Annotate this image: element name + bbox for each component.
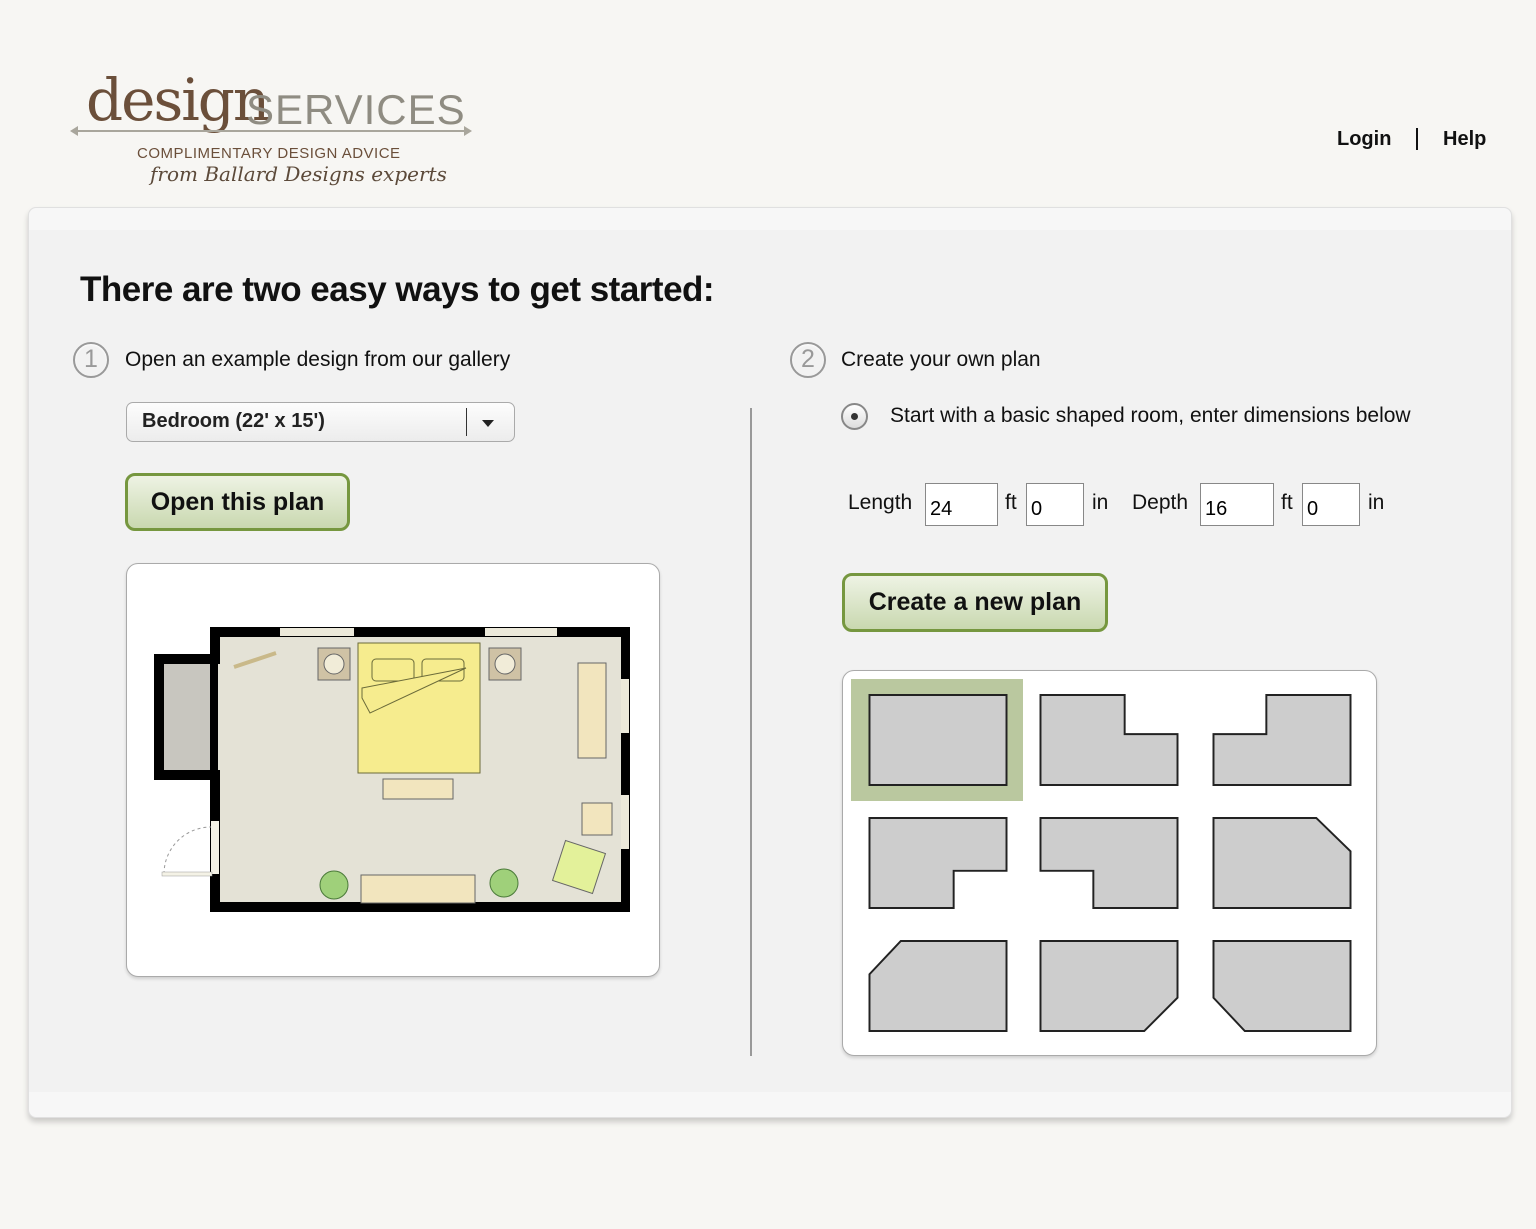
panel-bottom-band (29, 1092, 1511, 1117)
room-shape-angled-top-left[interactable] (868, 940, 1008, 1032)
room-shape-l-shape-notch-top-left[interactable] (1212, 694, 1352, 786)
window (621, 795, 629, 849)
console (360, 874, 476, 904)
basic-room-radio-label: Start with a basic shaped room, enter di… (890, 404, 1411, 427)
option1-label: Open an example design from our gallery (125, 348, 511, 371)
room-shape-angled-bottom-right[interactable] (1039, 940, 1179, 1032)
depth-label: Depth (1132, 491, 1189, 514)
example-plan-preview[interactable] (126, 563, 660, 977)
room-shape-icon (868, 940, 1008, 1032)
plant (319, 870, 349, 900)
length-ft-input[interactable] (925, 483, 998, 526)
room-shape-icon (1039, 694, 1179, 786)
chevron-down-icon[interactable] (482, 420, 494, 427)
basic-room-radio[interactable] (841, 403, 868, 430)
open-plan-button[interactable]: Open this plan (125, 473, 350, 531)
room-shape-icon (1212, 694, 1352, 786)
dresser (577, 662, 607, 759)
length-in-input[interactable] (1026, 483, 1084, 526)
gallery-select[interactable]: Bedroom (22' x 15') (126, 402, 515, 442)
logo-services-text: SERVICES (246, 86, 466, 133)
help-link[interactable]: Help (1443, 128, 1486, 151)
window (485, 628, 557, 636)
room-shape-angled-bottom-left[interactable] (1212, 940, 1352, 1032)
side-table (581, 802, 613, 836)
logo-arrow-line (70, 126, 472, 136)
select-divider (466, 408, 467, 436)
length-ft-unit: ft (1005, 491, 1017, 514)
depth-in-input[interactable] (1302, 483, 1360, 526)
login-link[interactable]: Login (1337, 128, 1391, 151)
logo-from: from Ballard Designs experts (150, 162, 447, 186)
nav-separator (1416, 128, 1418, 150)
room-shape-icon (1212, 940, 1352, 1032)
length-in-unit: in (1092, 491, 1109, 514)
column-divider (750, 408, 752, 1056)
panel-top-band (29, 208, 1511, 230)
page-title: There are two easy ways to get started: (80, 270, 715, 309)
logo-tagline: COMPLIMENTARY DESIGN ADVICE (137, 145, 401, 162)
door-swing (163, 826, 212, 875)
create-plan-button[interactable]: Create a new plan (842, 573, 1108, 632)
room-shape-rectangle[interactable] (868, 694, 1008, 786)
room-shape-l-shape-notch-top-right[interactable] (1039, 694, 1179, 786)
floor-plan-image (154, 627, 630, 912)
room-shape-icon (868, 817, 1008, 909)
step-number-2: 2 (790, 342, 826, 378)
depth-ft-unit: ft (1281, 491, 1293, 514)
room-shape-icon (1212, 817, 1352, 909)
room-shape-angled-top-right[interactable] (1212, 817, 1352, 909)
door-opening (211, 821, 219, 874)
room-shape-icon (1039, 940, 1179, 1032)
room-shape-icon (1039, 817, 1179, 909)
window (621, 679, 629, 733)
length-label: Length (848, 491, 913, 514)
window (280, 628, 354, 636)
plant (489, 868, 519, 898)
bench (382, 778, 454, 800)
room-shape-l-shape-notch-bottom-right[interactable] (868, 817, 1008, 909)
gallery-select-value: Bedroom (22' x 15') (142, 410, 325, 432)
room-shape-icon (868, 694, 1008, 786)
option2-label: Create your own plan (841, 348, 1041, 371)
step-number-1: 1 (73, 342, 109, 378)
depth-ft-input[interactable] (1200, 483, 1274, 526)
room-shape-l-shape-notch-bottom-left[interactable] (1039, 817, 1179, 909)
depth-in-unit: in (1368, 491, 1385, 514)
logo-design-text: design (86, 66, 270, 134)
